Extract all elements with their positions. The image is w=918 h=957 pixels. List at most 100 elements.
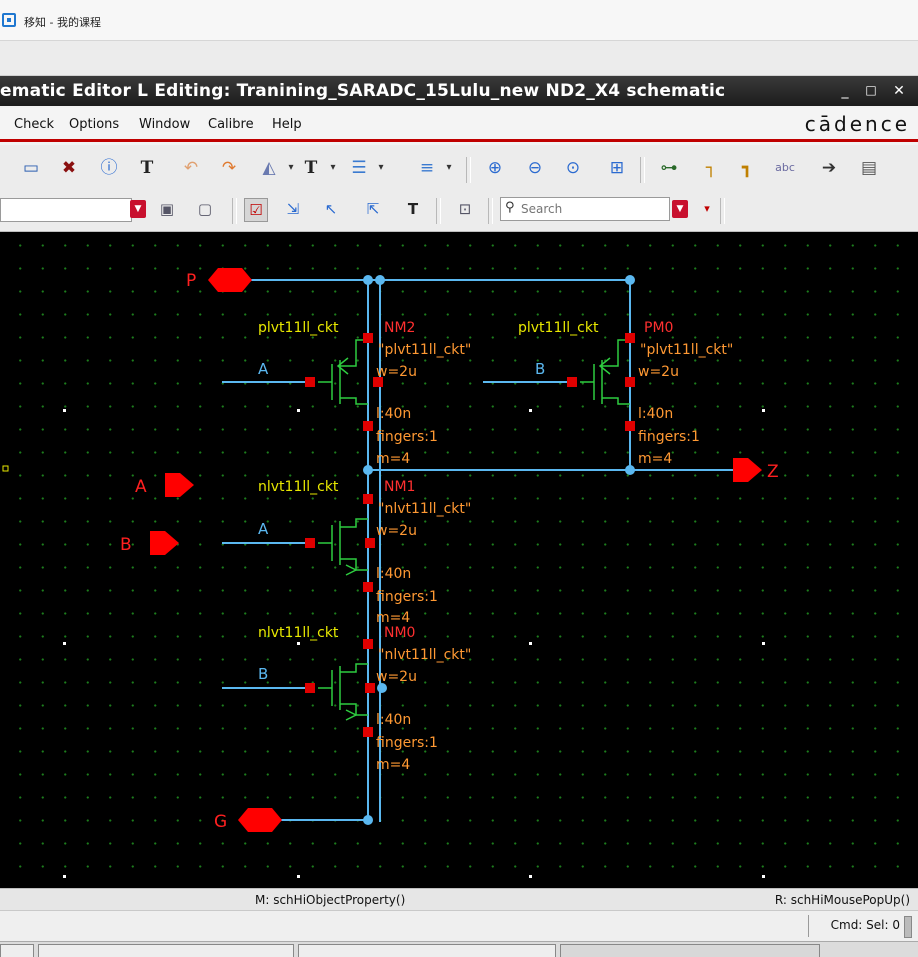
menu-window[interactable]: Window xyxy=(139,117,190,132)
status-mouse-middle: M: schHiObjectProperty() xyxy=(255,893,406,907)
pin-label-z: Z xyxy=(767,462,779,482)
nm1-bulk-pin[interactable] xyxy=(365,538,375,548)
pm0-gate-pin[interactable] xyxy=(567,377,577,387)
select-net-icon[interactable]: ↖ xyxy=(320,198,342,220)
wire-label-icon[interactable]: abc xyxy=(774,157,796,179)
window-icon[interactable]: ▢ xyxy=(194,198,216,220)
pm0-drain-pin[interactable] xyxy=(625,333,635,343)
transistor-nm2-symbol[interactable] xyxy=(318,339,368,405)
undo-icon[interactable]: ↶ xyxy=(180,157,202,179)
schematic-canvas[interactable]: P Z A B G A B A B plvt11ll_ckt NM2 "plvt… xyxy=(0,232,918,888)
window-titlebar[interactable]: ematic Editor L Editing: Tranining_SARAD… xyxy=(0,76,918,106)
select-dots-icon[interactable]: ⇲ xyxy=(282,198,304,220)
nm1-source-pin[interactable] xyxy=(363,582,373,592)
schematic-drawing[interactable]: P Z A B G A B A B plvt11ll_ckt NM2 "plvt… xyxy=(0,232,918,888)
select-instance-icon[interactable]: ⇱ xyxy=(362,198,384,220)
select-icon[interactable]: ☑ xyxy=(244,198,268,222)
transistor-nm1-symbol[interactable] xyxy=(318,518,368,576)
nm0-source-pin[interactable] xyxy=(363,727,373,737)
transistor-symbols xyxy=(318,339,630,721)
property-icon[interactable]: ⊡ xyxy=(454,198,476,220)
taskbar-item[interactable] xyxy=(38,944,294,957)
taskbar-item[interactable] xyxy=(560,944,820,957)
search-icon: ⚲ xyxy=(505,200,515,215)
junction[interactable] xyxy=(363,275,373,285)
divider xyxy=(808,915,809,937)
label-icon[interactable]: T xyxy=(300,157,322,179)
fit-icon[interactable]: ▭ xyxy=(20,157,42,179)
search-input[interactable] xyxy=(521,201,661,217)
instance-fingers-pm0: fingers:1 xyxy=(638,429,700,445)
pin-z-symbol[interactable] xyxy=(733,458,762,482)
nm0-bulk-pin[interactable] xyxy=(365,683,375,693)
zoom-area-icon[interactable]: ⊞ xyxy=(606,157,628,179)
combo-dropdown-button[interactable]: ▼ xyxy=(130,200,146,218)
wires[interactable] xyxy=(222,279,735,822)
search-box[interactable]: ⚲ xyxy=(500,197,670,221)
wire-icon[interactable]: ┐ xyxy=(700,157,722,179)
select-text-icon[interactable]: T xyxy=(402,198,424,220)
pin-b-symbol[interactable] xyxy=(150,531,179,555)
redo-icon[interactable]: ↷ xyxy=(218,157,240,179)
chevron-down-icon[interactable]: ▾ xyxy=(322,157,344,179)
chevron-down-icon[interactable]: ▾ xyxy=(438,157,460,179)
transistor-nm0-symbol[interactable] xyxy=(318,663,368,721)
close-icon[interactable]: ✕ xyxy=(890,83,908,99)
command-combo[interactable] xyxy=(0,198,132,222)
junction[interactable] xyxy=(363,465,373,475)
scroll-handle[interactable] xyxy=(904,916,912,938)
delete-icon[interactable]: ✖ xyxy=(58,157,80,179)
nm1-gate-pin[interactable] xyxy=(305,538,315,548)
info-icon[interactable]: ⓘ xyxy=(98,157,120,179)
nm2-drain-pin[interactable] xyxy=(363,333,373,343)
nm0-gate-pin[interactable] xyxy=(305,683,315,693)
instance-m-pm0: m=4 xyxy=(638,451,672,467)
wide-wire-icon[interactable]: ┓ xyxy=(736,157,758,179)
junction[interactable] xyxy=(375,275,385,285)
menu-calibre[interactable]: Calibre xyxy=(208,117,254,132)
search-dropdown-button[interactable]: ▼ xyxy=(672,200,688,218)
chevron-down-icon[interactable]: ▾ xyxy=(370,157,392,179)
instance-name-nm0: NM0 xyxy=(384,625,415,641)
window-icon[interactable]: ▣ xyxy=(156,198,178,220)
pin-g-symbol[interactable] xyxy=(238,808,282,832)
pin-icon[interactable]: ➔ xyxy=(818,157,840,179)
junction[interactable] xyxy=(625,465,635,475)
maximize-icon[interactable]: □ xyxy=(862,83,880,97)
zoom-in-icon[interactable]: ⊕ xyxy=(484,157,506,179)
pm0-source-pin[interactable] xyxy=(625,421,635,431)
chevron-down-icon[interactable]: ▾ xyxy=(280,157,302,179)
pin-a-symbol[interactable] xyxy=(165,473,194,497)
stretch-icon[interactable]: ◭ xyxy=(258,157,280,179)
nm2-gate-pin[interactable] xyxy=(305,377,315,387)
instance-w-nm1: w=2u xyxy=(376,523,417,539)
text-icon[interactable]: T xyxy=(136,157,158,179)
host-strip xyxy=(0,41,918,76)
taskbar-item[interactable] xyxy=(298,944,556,957)
pin-p-symbol[interactable] xyxy=(208,268,252,292)
menu-bar: Check Options Window Calibre Help cādenc… xyxy=(0,108,918,142)
zoom-out-icon[interactable]: ⊖ xyxy=(524,157,546,179)
junction[interactable] xyxy=(625,275,635,285)
instance-m-nm1: m=4 xyxy=(376,610,410,626)
taskbar-item[interactable] xyxy=(0,944,34,957)
nm1-drain-pin[interactable] xyxy=(363,494,373,504)
note-icon[interactable]: ▤ xyxy=(858,157,880,179)
instance-fingers-nm1: fingers:1 xyxy=(376,589,438,605)
nm2-source-pin[interactable] xyxy=(363,421,373,431)
pm0-bulk-pin[interactable] xyxy=(625,377,635,387)
minimize-icon[interactable]: _ xyxy=(836,83,854,99)
chevron-down-icon[interactable]: ▾ xyxy=(696,198,718,220)
zoom-fit-icon[interactable]: ⊙ xyxy=(562,157,584,179)
nm0-drain-pin[interactable] xyxy=(363,639,373,649)
menu-help[interactable]: Help xyxy=(272,117,302,132)
distribute-icon[interactable]: ≡ xyxy=(416,157,438,179)
junction[interactable] xyxy=(363,815,373,825)
align-icon[interactable]: ☰ xyxy=(348,157,370,179)
menu-check[interactable]: Check xyxy=(14,117,54,132)
instance-m-nm2: m=4 xyxy=(376,451,410,467)
menu-options[interactable]: Options xyxy=(69,117,119,132)
add-instance-icon[interactable]: ⊶ xyxy=(658,157,680,179)
transistor-pm0-symbol[interactable] xyxy=(580,339,630,405)
window-title: ematic Editor L Editing: Tranining_SARAD… xyxy=(0,81,726,101)
